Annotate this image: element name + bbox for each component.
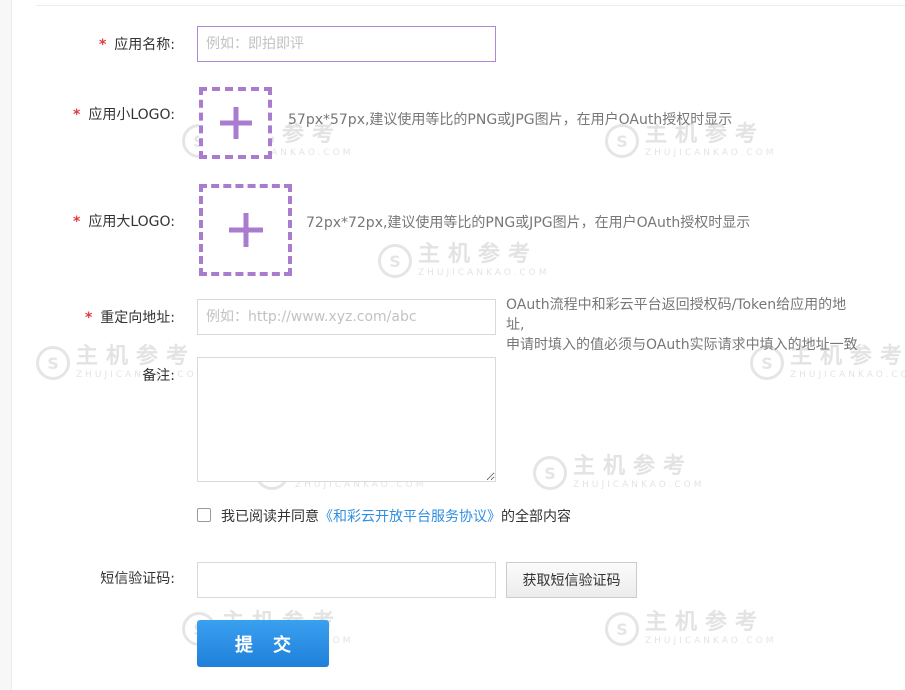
watermark: S 主机参考ZHUJICANKAO.COM [378, 244, 549, 278]
plus-icon [229, 213, 263, 247]
redirect-label: * 重定向地址: [84, 310, 175, 326]
required-mark: * [73, 214, 81, 230]
app-name-input[interactable] [197, 26, 496, 62]
watermark: S 主机参考ZHUJICANKAO.COM [605, 612, 776, 646]
watermark-logo-icon: S [533, 456, 567, 490]
remark-label: 备注: [142, 368, 175, 384]
left-rail [0, 0, 12, 690]
agreement-checkbox[interactable] [197, 508, 211, 522]
required-mark: * [98, 37, 107, 53]
watermark: S 主机参考ZHUJICANKAO.COM [36, 346, 207, 380]
submit-button[interactable]: 提交 [197, 620, 329, 667]
service-agreement-link[interactable]: 《和彩云开放平台服务协议》 [319, 509, 501, 525]
app-name-label: * 应用名称: [98, 37, 175, 53]
watermark-logo-icon: S [378, 244, 412, 278]
redirect-url-input[interactable] [197, 299, 496, 335]
remark-textarea[interactable] [197, 357, 496, 482]
watermark-logo-icon: S [36, 346, 70, 380]
redirect-hint: OAuth流程中和彩云平台返回授权码/Token给应用的地 址, 申请时填入的值… [506, 297, 858, 353]
watermark-logo-icon: S [605, 612, 639, 646]
large-logo-upload-button[interactable] [199, 184, 292, 276]
required-mark: * [73, 107, 81, 123]
watermark: S 主机参考ZHUJICANKAO.COM [533, 456, 704, 490]
small-logo-upload-button[interactable] [199, 87, 272, 159]
small-logo-hint: 57px*57px,建议使用等比的PNG或JPG图片，在用户OAuth授权时显示 [288, 112, 733, 128]
agreement-text: 我已阅读并同意《和彩云开放平台服务协议》的全部内容 [221, 509, 571, 525]
large-logo-hint: 72px*72px,建议使用等比的PNG或JPG图片，在用户OAuth授权时显示 [306, 215, 751, 231]
plus-icon [220, 107, 252, 139]
watermark: S 主机参考ZHUJICANKAO.COM [605, 124, 776, 158]
sms-code-label: 短信验证码: [100, 571, 175, 587]
get-sms-code-button[interactable]: 获取短信验证码 [506, 562, 637, 598]
large-logo-label: * 应用大LOGO: [73, 214, 175, 230]
required-mark: * [84, 310, 93, 326]
watermark-logo-icon: S [605, 124, 639, 158]
top-divider [36, 5, 905, 6]
small-logo-label: * 应用小LOGO: [73, 107, 175, 123]
sms-code-input[interactable] [197, 562, 496, 598]
